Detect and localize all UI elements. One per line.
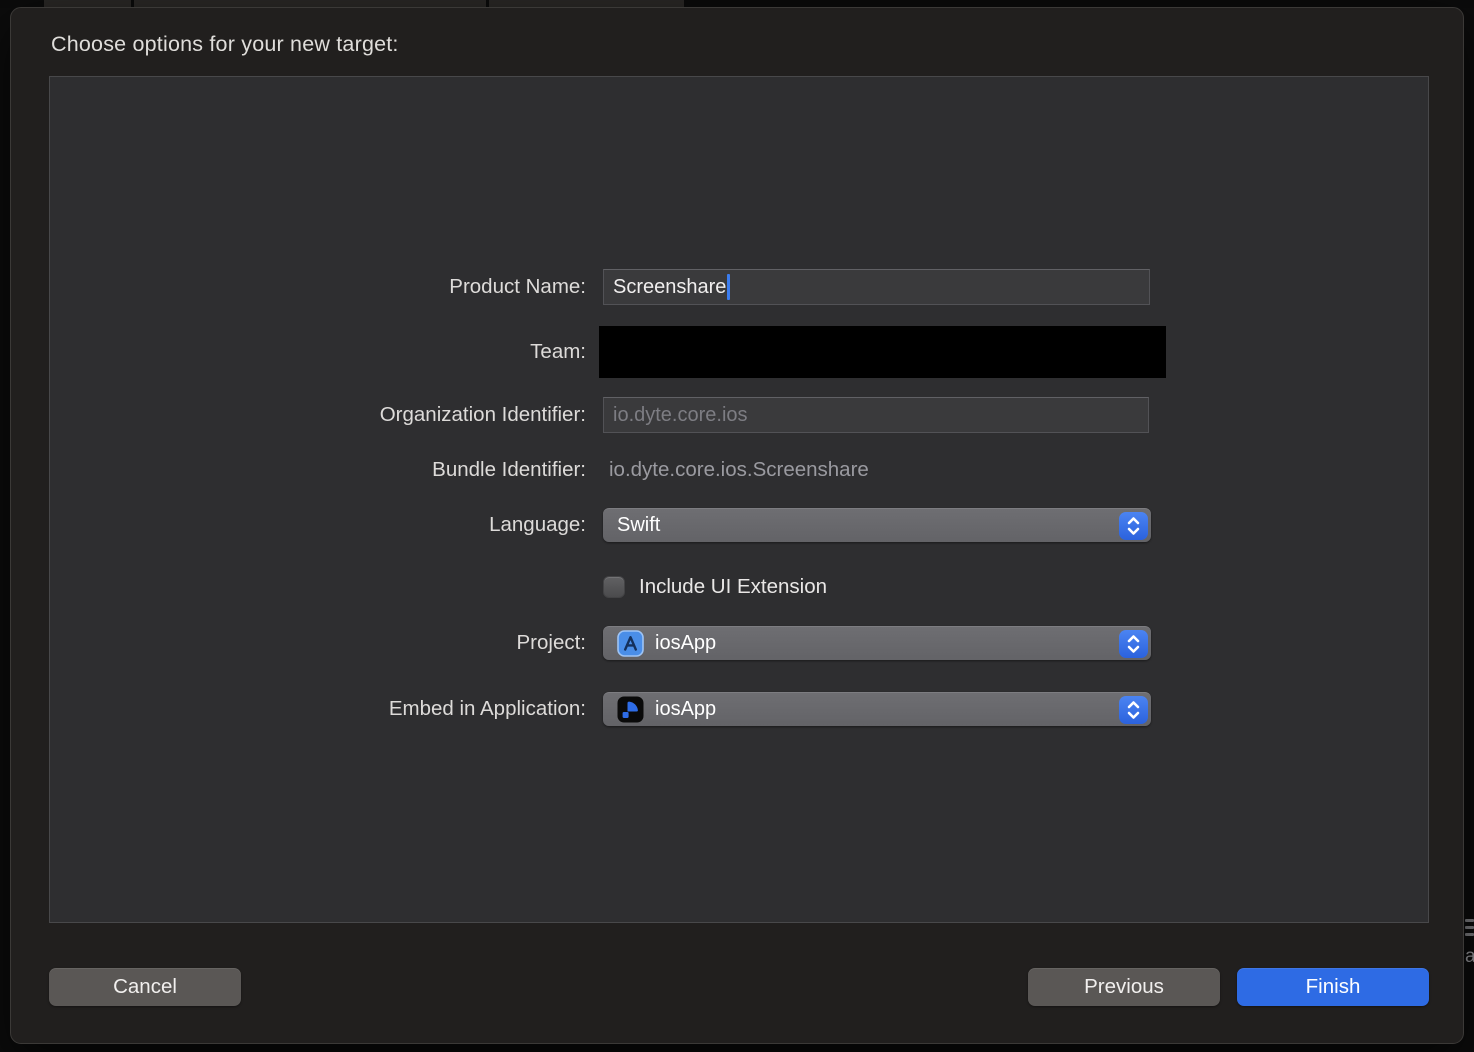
xcode-project-icon bbox=[617, 630, 644, 657]
language-value: Swift bbox=[617, 514, 660, 537]
finish-button[interactable]: Finish bbox=[1237, 968, 1429, 1006]
cancel-button[interactable]: Cancel bbox=[49, 968, 241, 1006]
app-target-icon bbox=[617, 696, 644, 723]
product-name-value: Screenshare bbox=[613, 276, 726, 299]
product-name-label: Product Name: bbox=[11, 269, 586, 305]
project-popup[interactable]: iosApp bbox=[603, 626, 1151, 660]
chevron-up-down-icon bbox=[1126, 516, 1141, 536]
project-value: iosApp bbox=[655, 632, 716, 655]
team-popup-redacted[interactable] bbox=[599, 326, 1166, 378]
chevron-up-down-icon bbox=[1126, 634, 1141, 654]
organization-identifier-field bbox=[603, 397, 1149, 433]
language-label: Language: bbox=[11, 507, 586, 543]
text-caret bbox=[727, 274, 730, 300]
options-panel bbox=[49, 76, 1429, 923]
clipped-lines-icon bbox=[1464, 919, 1474, 936]
background-window-right-edge: a bbox=[1464, 915, 1474, 1035]
bundle-identifier-label: Bundle Identifier: bbox=[11, 452, 586, 488]
language-popup[interactable]: Swift bbox=[603, 508, 1151, 542]
project-label: Project: bbox=[11, 625, 586, 661]
embed-in-application-label: Embed in Application: bbox=[11, 691, 586, 727]
embed-in-application-popup[interactable]: iosApp bbox=[603, 692, 1151, 726]
chevron-up-down-icon bbox=[1126, 700, 1141, 720]
team-label: Team: bbox=[11, 334, 586, 370]
organization-identifier-input[interactable] bbox=[604, 398, 1148, 432]
clipped-text-fragment: a bbox=[1465, 946, 1474, 968]
popup-stepper-icon bbox=[1119, 630, 1148, 658]
organization-identifier-label: Organization Identifier: bbox=[11, 397, 586, 433]
product-name-input[interactable]: Screenshare bbox=[603, 269, 1150, 305]
include-ui-extension-checkbox[interactable] bbox=[603, 576, 625, 598]
new-target-options-dialog: Choose options for your new target: Prod… bbox=[10, 7, 1464, 1044]
embed-in-application-value: iosApp bbox=[655, 698, 716, 721]
popup-stepper-icon bbox=[1119, 512, 1148, 540]
popup-stepper-icon bbox=[1119, 696, 1148, 724]
dialog-title: Choose options for your new target: bbox=[51, 32, 399, 57]
previous-button[interactable]: Previous bbox=[1028, 968, 1220, 1006]
include-ui-extension-label: Include UI Extension bbox=[639, 573, 827, 601]
bundle-identifier-value: io.dyte.core.ios.Screenshare bbox=[609, 452, 869, 488]
